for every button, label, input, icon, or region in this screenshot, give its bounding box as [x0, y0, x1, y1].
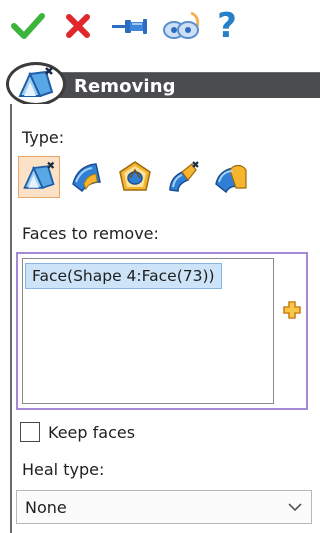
keep-faces-label: Keep faces: [48, 422, 136, 442]
remove-chamfers-icon: [169, 161, 199, 192]
preview-button[interactable]: [160, 8, 202, 44]
ok-button[interactable]: [10, 8, 46, 44]
type-label: Type:: [22, 128, 65, 147]
help-button[interactable]: ?: [212, 8, 242, 44]
faces-selection-box: Face(Shape 4:Face(73)): [16, 252, 308, 410]
cancel-button[interactable]: [60, 8, 96, 44]
pushpin-icon: [112, 19, 147, 34]
type-options: [18, 156, 288, 200]
chevron-down-icon: [288, 503, 302, 512]
heal-type-label: Heal type:: [22, 460, 105, 479]
faces-to-remove-label: Faces to remove:: [22, 224, 159, 243]
heal-type-value: None: [25, 498, 67, 517]
x-icon: [66, 14, 90, 38]
header-icon-button[interactable]: [6, 62, 66, 106]
keep-faces-checkbox[interactable]: [20, 422, 40, 442]
type-remove-rounds[interactable]: [210, 156, 252, 198]
type-remove-fillets[interactable]: [66, 156, 108, 198]
panel-title: Removing: [74, 76, 176, 97]
list-item[interactable]: Face(Shape 4:Face(73)): [25, 263, 222, 289]
remove-rounds-icon: [215, 164, 247, 194]
keep-faces-checkbox-row[interactable]: Keep faces: [20, 420, 220, 444]
remove-faces-icon: [23, 161, 55, 189]
panel-header: Removing: [0, 62, 320, 106]
remove-holes-icon: [119, 161, 151, 191]
remove-fillets-icon: [72, 163, 101, 193]
pin-button[interactable]: [108, 8, 152, 44]
add-face-button[interactable]: [282, 300, 304, 322]
type-remove-chamfers[interactable]: [162, 156, 204, 198]
add-plus-icon: [283, 301, 301, 319]
faces-list[interactable]: Face(Shape 4:Face(73)): [22, 258, 274, 404]
heal-type-select[interactable]: None: [16, 490, 312, 524]
help-icon: ?: [217, 6, 237, 46]
type-remove-faces[interactable]: [18, 156, 60, 198]
preview-eyes-icon: [163, 11, 200, 39]
remove-faces-icon: [18, 67, 54, 98]
top-toolbar: ?: [0, 0, 320, 56]
type-remove-holes[interactable]: [114, 156, 156, 198]
removing-panel: Type: Faces to remove: Face(Shape 4:Face…: [10, 104, 318, 533]
check-icon: [11, 13, 45, 39]
